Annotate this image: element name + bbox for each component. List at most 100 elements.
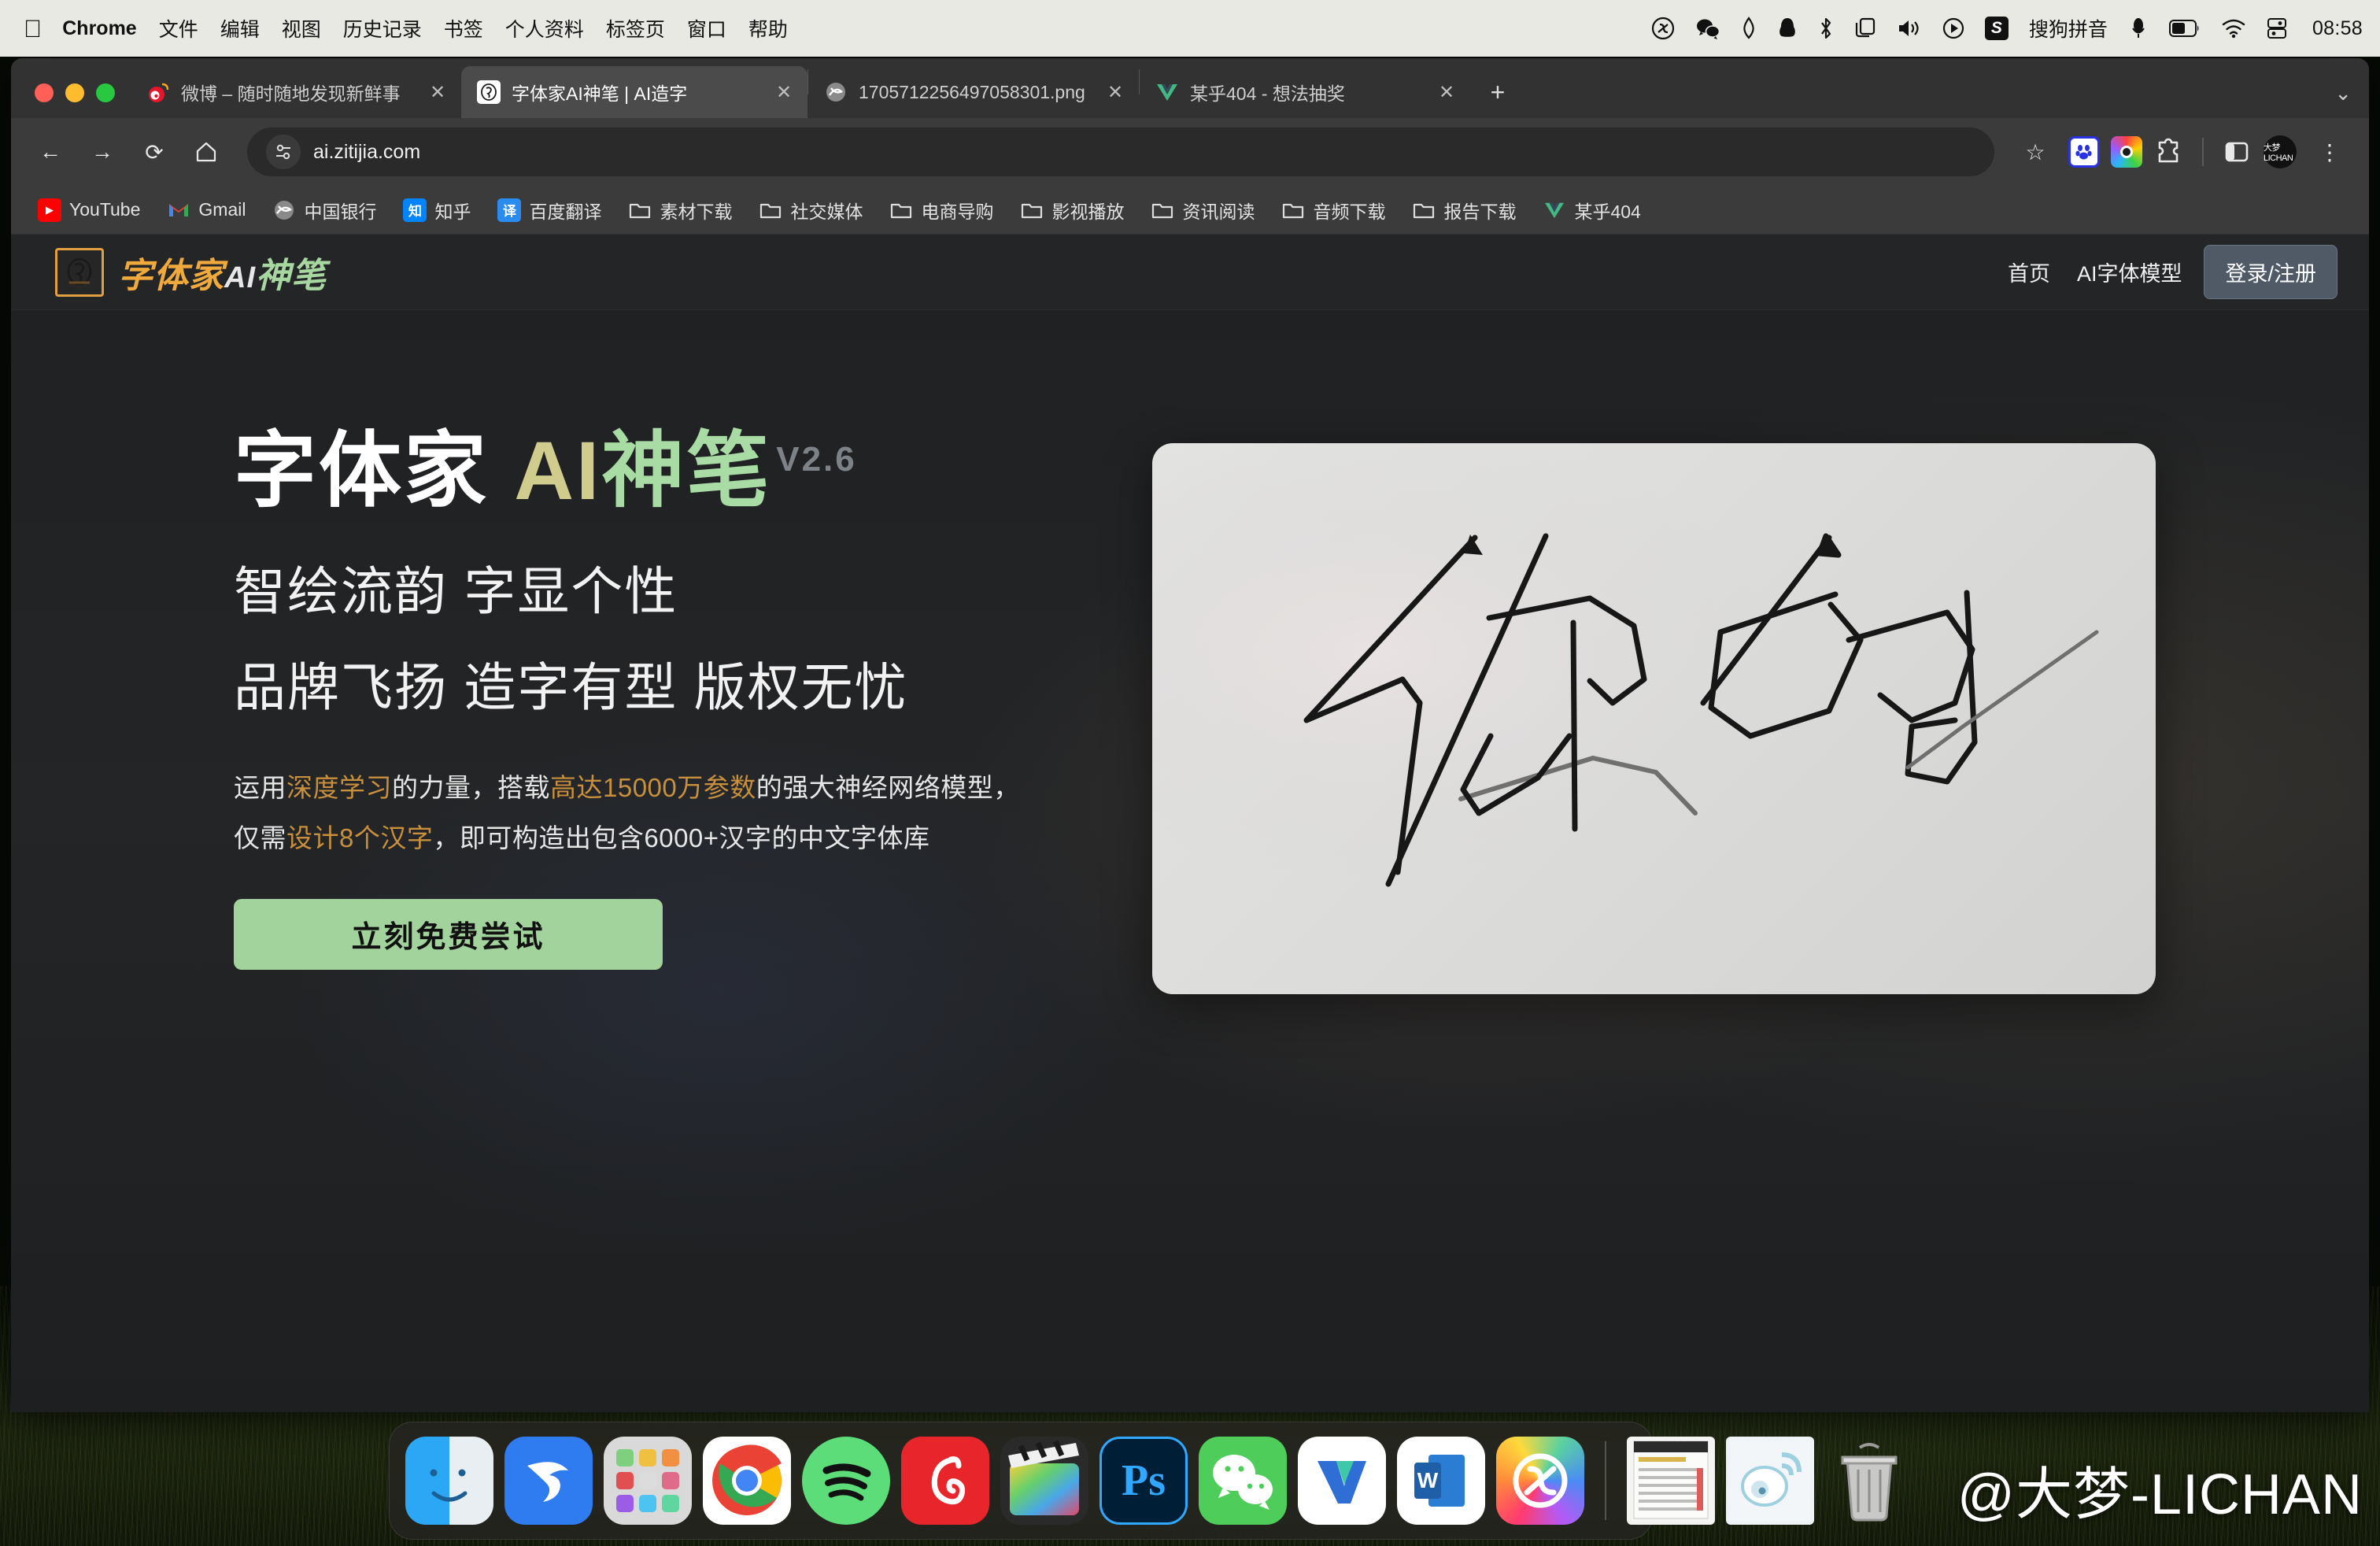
home-button[interactable] <box>184 130 228 174</box>
bookmark-folder-video[interactable]: 影视播放 <box>1011 192 1133 228</box>
menu-item-bookmarks[interactable]: 书签 <box>444 14 483 43</box>
dock-item-finder[interactable] <box>405 1437 493 1525</box>
menu-item-tabs[interactable]: 标签页 <box>606 14 665 43</box>
dock-item-photoshop[interactable]: Ps <box>1099 1437 1188 1525</box>
browser-tab-png-image[interactable]: 1705712256497058301.png ✕ <box>808 66 1139 118</box>
nav-item-home[interactable]: 首页 <box>2008 257 2050 287</box>
browser-toolbar: ← → ⟳ ai.zitijia.com ☆ 大梦LICHAN ⋮ <box>11 118 2369 186</box>
bluetooth-icon[interactable] <box>1818 17 1834 40</box>
dock-item-netease-music[interactable] <box>901 1437 989 1525</box>
dock-item-launchpad[interactable] <box>604 1437 692 1525</box>
para1-seg-a: 运用 <box>234 773 286 803</box>
dock-item-microsoft-word[interactable]: W <box>1397 1437 1485 1525</box>
mac-menu-bar:  Chrome 文件 编辑 视图 历史记录 书签 个人资料 标签页 窗口 帮助 <box>0 0 2380 57</box>
toolbar-right-actions: ☆ 大梦LICHAN ⋮ <box>2013 130 2352 174</box>
volume-icon[interactable] <box>1897 17 1922 39</box>
tab-search-chevron-icon[interactable]: ⌄ <box>2334 81 2352 105</box>
vue-icon <box>1543 198 1566 222</box>
bookmark-zhihu[interactable]: 知 知乎 <box>394 192 480 228</box>
menu-item-window[interactable]: 窗口 <box>687 14 726 43</box>
toolbar-divider <box>2202 138 2204 166</box>
puzzle-extensions-icon[interactable] <box>2153 136 2185 168</box>
now-playing-icon[interactable] <box>1942 17 1964 39</box>
color-picker-icon[interactable] <box>2111 136 2142 168</box>
handwriting-preview-card[interactable] <box>1152 443 2156 994</box>
dock-item-trash[interactable] <box>1825 1437 1913 1525</box>
wifi-icon[interactable] <box>2221 18 2246 39</box>
dock-item-final-cut-pro[interactable] <box>1000 1437 1088 1525</box>
dock-item-wechat[interactable] <box>1199 1437 1287 1525</box>
menu-item-chrome[interactable]: Chrome <box>62 17 136 40</box>
bookmark-folder-materials[interactable]: 素材下载 <box>619 192 741 228</box>
bookmark-folder-news[interactable]: 资讯阅读 <box>1141 192 1264 228</box>
dock-item-wps-office[interactable] <box>1298 1437 1386 1525</box>
bookmark-baidu-translate[interactable]: 译 百度翻译 <box>488 192 611 228</box>
battery-icon[interactable] <box>2168 19 2201 38</box>
new-tab-button[interactable]: + <box>1480 74 1516 110</box>
menu-item-history[interactable]: 历史记录 <box>343 14 422 43</box>
nav-item-ai-font-model[interactable]: AI字体模型 <box>2077 257 2182 287</box>
bookmark-gmail[interactable]: Gmail <box>157 194 255 227</box>
address-bar[interactable]: ai.zitijia.com <box>247 128 1994 176</box>
menu-item-view[interactable]: 视图 <box>282 14 321 43</box>
menu-item-file[interactable]: 文件 <box>159 14 198 43</box>
dock-item-creative-cloud[interactable] <box>1496 1437 1584 1525</box>
siri-icon[interactable] <box>2128 17 2149 40</box>
close-tab-button[interactable]: ✕ <box>1434 80 1459 105</box>
bookmark-star-icon[interactable]: ☆ <box>2013 130 2057 174</box>
dock-item-numbers-document[interactable] <box>1627 1437 1715 1525</box>
site-logo[interactable]: 字体家AI神笔 <box>55 247 327 298</box>
minimize-window-button[interactable] <box>65 83 84 102</box>
maximize-window-button[interactable] <box>96 83 115 102</box>
close-tab-button[interactable]: ✕ <box>771 80 796 105</box>
bookmark-folder-ecommerce[interactable]: 电商导购 <box>880 192 1003 228</box>
creative-cloud-icon[interactable] <box>1651 17 1675 40</box>
bookmark-zhihu404[interactable]: 某乎404 <box>1533 192 1650 228</box>
screen-mirroring-icon[interactable] <box>1854 17 1876 39</box>
qq-icon[interactable] <box>1777 17 1798 40</box>
input-method-label[interactable]: 搜狗拼音 <box>2029 14 2108 43</box>
dock-item-weibo-window[interactable] <box>1726 1437 1814 1525</box>
close-tab-button[interactable]: ✕ <box>1103 80 1128 105</box>
control-center-icon[interactable] <box>2267 17 2287 39</box>
back-button[interactable]: ← <box>28 130 72 174</box>
avatar[interactable]: 大梦LICHAN <box>2264 135 2297 168</box>
dock-item-thunder-download[interactable] <box>504 1437 593 1525</box>
browser-tab-zhihu404[interactable]: 某乎404 - 想法抽奖 ✕ <box>1140 66 1470 118</box>
baidu-translate-icon: 译 <box>497 198 522 222</box>
login-register-button[interactable]: 登录/注册 <box>2204 245 2338 299</box>
side-panel-icon[interactable] <box>2221 136 2252 168</box>
browser-tab-zitijia[interactable]: 字体家AI神笔 | AI造字 ✕ <box>461 66 808 118</box>
close-window-button[interactable] <box>35 83 54 102</box>
dock-item-google-chrome[interactable] <box>703 1437 791 1525</box>
menu-item-help[interactable]: 帮助 <box>748 14 788 43</box>
wechat-icon[interactable] <box>1695 17 1720 39</box>
close-tab-button[interactable]: ✕ <box>425 80 450 105</box>
try-free-button[interactable]: 立刻免费尝试 <box>234 898 663 970</box>
bookmark-folder-social[interactable]: 社交媒体 <box>749 192 872 228</box>
browser-tab-weibo[interactable]: 微博 – 随时随地发现新鲜事 ✕ <box>131 66 461 118</box>
hero-version-badge: V2.6 <box>776 440 857 479</box>
site-settings-icon[interactable] <box>266 135 301 169</box>
bookmark-folder-reports[interactable]: 报告下载 <box>1402 192 1525 228</box>
input-method-badge[interactable]: S <box>1984 17 2009 40</box>
apple-menu-icon[interactable]:  <box>24 17 42 41</box>
bookmark-boc[interactable]: 中国银行 <box>263 192 386 228</box>
menu-item-edit[interactable]: 编辑 <box>220 14 260 43</box>
menu-item-profiles[interactable]: 个人资料 <box>505 14 584 43</box>
chrome-menu-button[interactable]: ⋮ <box>2308 130 2352 174</box>
gmail-icon <box>167 198 190 222</box>
reload-button[interactable]: ⟳ <box>132 130 176 174</box>
baidu-netdisk-icon[interactable] <box>2068 136 2100 168</box>
bookmark-label: 资讯阅读 <box>1182 201 1255 222</box>
folder-icon <box>1151 198 1174 222</box>
zhihu-icon: 知 <box>403 198 427 222</box>
dock-separator <box>1605 1441 1606 1520</box>
menu-bar-clock[interactable]: 08:58 <box>2312 17 2363 40</box>
address-bar-url[interactable]: ai.zitijia.com <box>313 141 420 164</box>
forward-button[interactable]: → <box>80 130 124 174</box>
bookmark-youtube[interactable]: ▶ YouTube <box>28 194 150 227</box>
bookmark-folder-audio[interactable]: 音频下载 <box>1272 192 1395 228</box>
onedrive-icon[interactable] <box>1741 17 1757 40</box>
dock-item-spotify[interactable] <box>802 1437 890 1525</box>
